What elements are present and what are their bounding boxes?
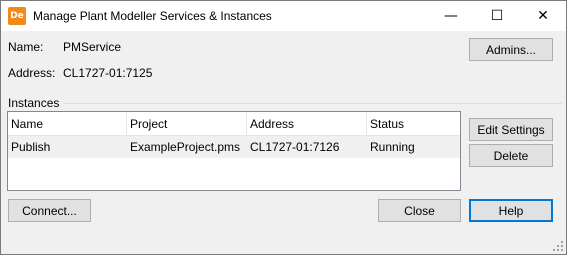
title-bar[interactable]: De Manage Plant Modeller Services & Inst…: [1, 1, 566, 31]
table-row[interactable]: Publish ExampleProject.pms CL1727-01:712…: [8, 136, 460, 158]
cell-address: CL1727-01:7126: [250, 140, 340, 154]
column-header-project[interactable]: Project: [127, 112, 247, 136]
address-label: Address:: [8, 66, 56, 80]
cell-status: Running: [370, 140, 415, 154]
app-icon: De: [8, 7, 26, 25]
dialog-window: De Manage Plant Modeller Services & Inst…: [0, 0, 567, 255]
instances-list[interactable]: Name Project Address Status Publish Exam…: [7, 111, 461, 191]
edit-settings-button[interactable]: Edit Settings: [469, 118, 553, 141]
window-title: Manage Plant Modeller Services & Instanc…: [33, 9, 272, 23]
help-button[interactable]: Help: [469, 199, 553, 222]
service-name-value: PMService: [63, 40, 122, 54]
resize-grip-icon[interactable]: [552, 240, 564, 252]
name-label: Name:: [8, 40, 44, 54]
service-address-value: CL1727-01:7125: [63, 66, 153, 80]
minimize-icon[interactable]: —: [428, 1, 474, 31]
column-header-address[interactable]: Address: [247, 112, 367, 136]
column-header-status[interactable]: Status: [367, 112, 460, 136]
cell-project: ExampleProject.pms: [130, 140, 241, 154]
cell-name: Publish: [11, 140, 51, 154]
instances-group-label: Instances: [8, 96, 60, 110]
instances-group-divider: [63, 103, 562, 104]
connect-button[interactable]: Connect...: [8, 199, 91, 222]
maximize-icon[interactable]: ☐: [474, 1, 520, 31]
column-header-name[interactable]: Name: [8, 112, 127, 136]
admins-button[interactable]: Admins...: [469, 38, 553, 61]
close-icon[interactable]: ✕: [520, 1, 566, 31]
instances-list-header: Name Project Address Status: [8, 112, 460, 136]
delete-button[interactable]: Delete: [469, 144, 553, 167]
close-button[interactable]: Close: [378, 199, 461, 222]
